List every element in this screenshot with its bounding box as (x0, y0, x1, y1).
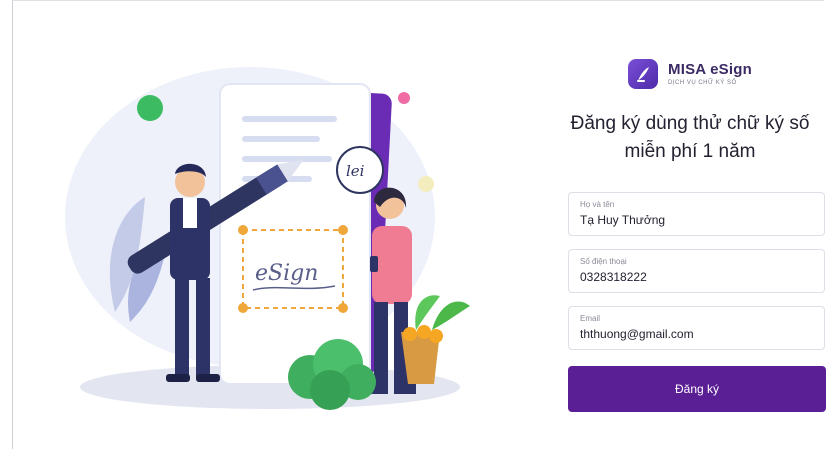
brand-tagline: DỊCH VỤ CHỮ KÝ SỐ (668, 80, 737, 86)
green-dot-decoration (137, 95, 163, 121)
signing-illustration: eSign lei (65, 67, 470, 410)
signature-text: eSign (255, 261, 318, 286)
yellow-dot-decoration (418, 176, 434, 192)
pink-dot-decoration (398, 92, 410, 104)
brand-name: MISA eSign (668, 61, 752, 78)
brand-header: MISA eSign DỊCH VỤ CHỮ KÝ SỐ (628, 56, 752, 92)
form-title: Đăng ký dùng thử chữ ký số miễn phí 1 nă… (560, 110, 820, 166)
full-name-field[interactable]: Họ và tên (568, 192, 825, 236)
misa-esign-logo-icon (628, 59, 658, 89)
full-name-label: Họ và tên (580, 200, 615, 209)
phone-label: Số điện thoại (580, 257, 627, 266)
form-title-line2: miễn phí 1 năm (624, 141, 756, 162)
register-button[interactable]: Đăng ký (568, 366, 826, 412)
email-label: Email (580, 314, 601, 323)
full-name-input[interactable] (580, 213, 810, 227)
speech-bubble-text: lei (346, 162, 365, 180)
email-field[interactable]: Email (568, 306, 825, 350)
form-title-line1: Đăng ký dùng thử chữ ký số (570, 113, 810, 134)
phone-field[interactable]: Số điện thoại (568, 249, 825, 293)
phone-icon (370, 256, 378, 272)
email-input[interactable] (580, 327, 810, 341)
phone-input[interactable] (580, 270, 810, 284)
